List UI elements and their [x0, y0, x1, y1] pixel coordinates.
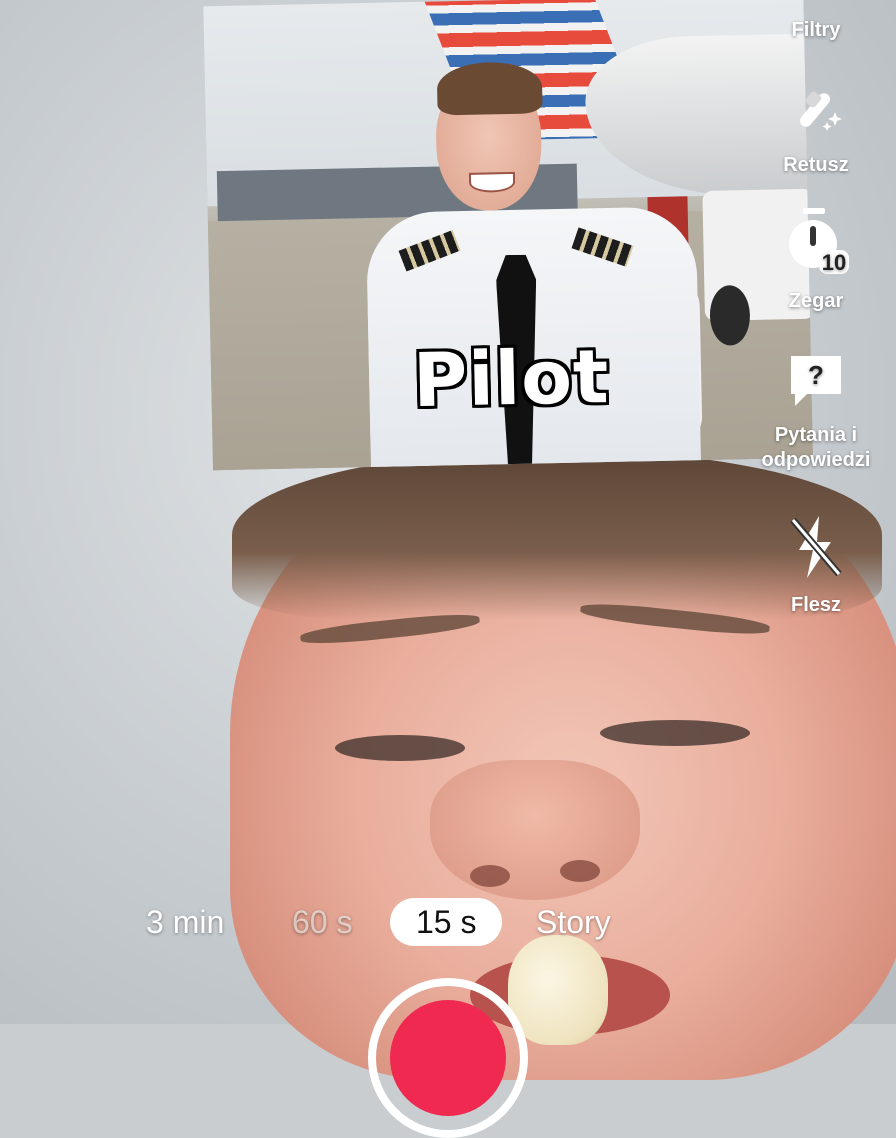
record-button[interactable] [368, 978, 528, 1138]
flash-button[interactable]: Flesz [751, 514, 881, 618]
pilot-hair [436, 61, 543, 116]
right-nostril [560, 860, 600, 882]
retouch-wand-icon [751, 82, 881, 147]
duration-15s-selected[interactable]: 15 s [390, 898, 503, 946]
qa-label: Pytania i odpowiedzi [761, 424, 871, 471]
question-bubble-icon: ? [751, 352, 881, 417]
timer-badge: 10 [822, 250, 846, 275]
filters-label: Filtry [791, 19, 841, 41]
retouch-button[interactable]: Retusz [751, 82, 881, 178]
record-button-inner [390, 1000, 506, 1116]
timer-icon: 10 [751, 206, 881, 283]
snack-in-mouth [508, 935, 608, 1045]
flash-off-icon [751, 514, 881, 587]
green-screen-photo[interactable]: Pilot [203, 0, 813, 471]
timer-label: Zegar [788, 290, 844, 312]
left-nostril [470, 865, 510, 887]
photo-caption: Pilot [412, 333, 611, 425]
duration-60s[interactable]: 60 s [292, 898, 352, 946]
retouch-label: Retusz [783, 154, 849, 176]
right-eye [600, 720, 750, 746]
filters-button[interactable]: Filtry [751, 18, 881, 43]
qa-button[interactable]: ? Pytania i odpowiedzi [751, 352, 881, 473]
svg-text:?: ? [808, 360, 824, 390]
duration-3min[interactable]: 3 min [146, 898, 224, 946]
flash-label: Flesz [790, 594, 842, 616]
timer-button[interactable]: 10 Zegar [751, 206, 881, 314]
left-eye [335, 735, 465, 761]
duration-story[interactable]: Story [536, 898, 611, 946]
nose [430, 760, 640, 900]
